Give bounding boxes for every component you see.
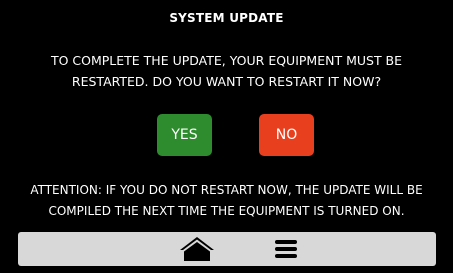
menu-button[interactable] <box>272 235 300 263</box>
yes-button[interactable]: YES <box>157 114 212 156</box>
no-button[interactable]: NO <box>259 114 314 156</box>
update-message: TO COMPLETE THE UPDATE, YOUR EQUIPMENT M… <box>50 53 403 89</box>
home-icon <box>180 237 214 261</box>
home-button[interactable] <box>177 235 217 263</box>
bottom-navigation-bar <box>18 232 436 266</box>
hamburger-menu-icon <box>275 240 297 258</box>
dialog-title: SYSTEM UPDATE <box>169 11 284 25</box>
attention-message: ATTENTION: IF YOU DO NOT RESTART NOW, TH… <box>30 183 423 218</box>
update-screen: SYSTEM UPDATE TO COMPLETE THE UPDATE, YO… <box>0 0 453 273</box>
